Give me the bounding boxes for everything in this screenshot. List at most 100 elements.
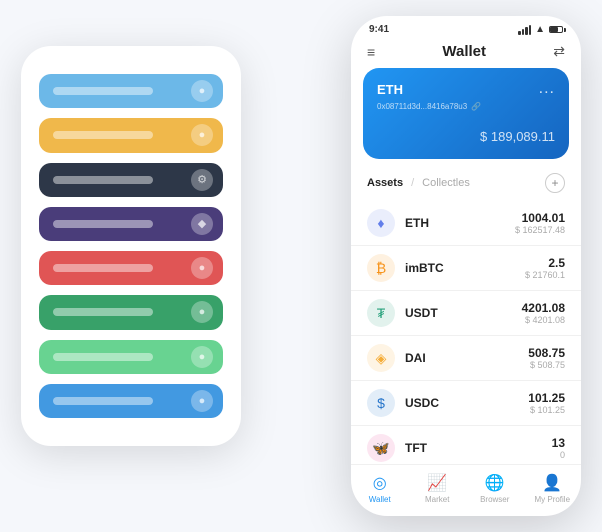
card-icon: ◆ bbox=[191, 213, 213, 235]
asset-item[interactable]: ◈ DAI 508.75$ 508.75 bbox=[351, 335, 581, 380]
card-label bbox=[53, 397, 153, 405]
card-icon: ● bbox=[191, 346, 213, 368]
asset-name: USDC bbox=[405, 396, 518, 410]
time-label: 9:41 bbox=[369, 24, 389, 35]
phone-front: 9:41 ▲ ≡ Wallet ⇄ ETH bbox=[351, 16, 581, 516]
card-icon: ● bbox=[191, 80, 213, 102]
card-row[interactable]: ⚙ bbox=[39, 163, 223, 197]
asset-primary-amount: 4201.08 bbox=[522, 301, 565, 315]
app-header: ≡ Wallet ⇄ bbox=[351, 39, 581, 68]
asset-icon: ₿ bbox=[367, 254, 395, 282]
asset-item[interactable]: ₮ USDT 4201.08$ 4201.08 bbox=[351, 290, 581, 335]
eth-card-menu[interactable]: ... bbox=[539, 80, 555, 98]
card-label bbox=[53, 87, 153, 95]
asset-icon: ₮ bbox=[367, 299, 395, 327]
nav-item-my-profile[interactable]: 👤 My Profile bbox=[524, 473, 582, 504]
eth-card-address: 0x08711d3d...8416a78u3 🔗 bbox=[377, 102, 555, 111]
asset-amounts: 101.25$ 101.25 bbox=[528, 391, 565, 415]
asset-secondary-amount: $ 4201.08 bbox=[522, 315, 565, 325]
asset-icon: ◈ bbox=[367, 344, 395, 372]
scene: ● ● ⚙ ◆ ● ● ● ● 9:41 ▲ ≡ Wallet ⇄ bbox=[21, 16, 581, 516]
card-icon: ⚙ bbox=[191, 169, 213, 191]
asset-amounts: 2.5$ 21760.1 bbox=[525, 256, 565, 280]
nav-label: Browser bbox=[480, 495, 509, 504]
nav-label: My Profile bbox=[534, 495, 570, 504]
nav-icon: ◎ bbox=[373, 473, 387, 493]
asset-primary-amount: 1004.01 bbox=[515, 211, 565, 225]
asset-primary-amount: 101.25 bbox=[528, 391, 565, 405]
asset-secondary-amount: $ 101.25 bbox=[528, 405, 565, 415]
asset-name: DAI bbox=[405, 351, 518, 365]
asset-amounts: 508.75$ 508.75 bbox=[528, 346, 565, 370]
card-icon: ● bbox=[191, 390, 213, 412]
asset-name: imBTC bbox=[405, 261, 515, 275]
card-label bbox=[53, 264, 153, 272]
asset-primary-amount: 2.5 bbox=[525, 256, 565, 270]
card-icon: ● bbox=[191, 301, 213, 323]
asset-secondary-amount: $ 508.75 bbox=[528, 360, 565, 370]
bottom-nav: ◎ Wallet 📈 Market 🌐 Browser 👤 My Profile bbox=[351, 464, 581, 516]
nav-item-browser[interactable]: 🌐 Browser bbox=[466, 473, 524, 504]
asset-item[interactable]: $ USDC 101.25$ 101.25 bbox=[351, 380, 581, 425]
nav-item-market[interactable]: 📈 Market bbox=[409, 473, 467, 504]
tab-assets[interactable]: Assets bbox=[367, 177, 403, 189]
asset-item[interactable]: 🦋TFT130 bbox=[351, 425, 581, 464]
battery-icon bbox=[549, 26, 563, 33]
asset-amounts: 130 bbox=[552, 436, 565, 460]
asset-amounts: 1004.01$ 162517.48 bbox=[515, 211, 565, 235]
nav-label: Market bbox=[425, 495, 449, 504]
asset-name: ETH bbox=[405, 216, 505, 230]
card-row[interactable]: ● bbox=[39, 295, 223, 329]
nav-item-wallet[interactable]: ◎ Wallet bbox=[351, 473, 409, 504]
card-label bbox=[53, 220, 153, 228]
assets-tabs: Assets / Collectles bbox=[367, 177, 470, 189]
card-row[interactable]: ● bbox=[39, 384, 223, 418]
eth-card[interactable]: ETH ... 0x08711d3d...8416a78u3 🔗 $ 189,0… bbox=[363, 68, 569, 159]
asset-primary-amount: 508.75 bbox=[528, 346, 565, 360]
currency-symbol: $ bbox=[480, 129, 491, 144]
nav-icon: 🌐 bbox=[485, 473, 505, 493]
status-bar: 9:41 ▲ bbox=[351, 16, 581, 39]
phone-back: ● ● ⚙ ◆ ● ● ● ● bbox=[21, 46, 241, 446]
card-label bbox=[53, 176, 153, 184]
card-row[interactable]: ● bbox=[39, 118, 223, 152]
nav-label: Wallet bbox=[369, 495, 391, 504]
eth-card-amount: $ 189,089.11 bbox=[377, 121, 555, 147]
card-icon: ● bbox=[191, 257, 213, 279]
menu-icon[interactable]: ≡ bbox=[367, 44, 375, 60]
asset-icon: 🦋 bbox=[367, 434, 395, 462]
add-asset-button[interactable]: + bbox=[545, 173, 565, 193]
asset-secondary-amount: 0 bbox=[552, 450, 565, 460]
asset-icon: $ bbox=[367, 389, 395, 417]
card-row[interactable]: ● bbox=[39, 340, 223, 374]
nav-icon: 📈 bbox=[427, 473, 447, 493]
card-row[interactable]: ◆ bbox=[39, 207, 223, 241]
card-label bbox=[53, 308, 153, 316]
tab-divider: / bbox=[411, 177, 414, 189]
asset-secondary-amount: $ 162517.48 bbox=[515, 225, 565, 235]
status-icons: ▲ bbox=[518, 24, 563, 35]
asset-icon: ♦ bbox=[367, 209, 395, 237]
asset-amounts: 4201.08$ 4201.08 bbox=[522, 301, 565, 325]
balance-value: 189,089.11 bbox=[491, 129, 555, 144]
wifi-icon: ▲ bbox=[535, 24, 545, 35]
card-label bbox=[53, 131, 153, 139]
asset-item[interactable]: ₿ imBTC 2.5$ 21760.1 bbox=[351, 245, 581, 290]
card-row[interactable]: ● bbox=[39, 74, 223, 108]
asset-secondary-amount: $ 21760.1 bbox=[525, 270, 565, 280]
page-title: Wallet bbox=[442, 43, 486, 60]
asset-name: USDT bbox=[405, 306, 512, 320]
asset-list: ♦ ETH 1004.01$ 162517.48 ₿ imBTC 2.5$ 21760.1… bbox=[351, 201, 581, 464]
scan-icon[interactable]: ⇄ bbox=[553, 43, 565, 60]
signal-icon bbox=[518, 25, 531, 35]
tab-collectibles[interactable]: Collectles bbox=[422, 177, 470, 189]
asset-primary-amount: 13 bbox=[552, 436, 565, 450]
eth-card-header: ETH ... bbox=[377, 80, 555, 98]
asset-item[interactable]: ♦ ETH 1004.01$ 162517.48 bbox=[351, 201, 581, 245]
card-row[interactable]: ● bbox=[39, 251, 223, 285]
assets-header: Assets / Collectles + bbox=[351, 169, 581, 201]
nav-icon: 👤 bbox=[542, 473, 562, 493]
card-label bbox=[53, 353, 153, 361]
card-icon: ● bbox=[191, 124, 213, 146]
eth-card-title: ETH bbox=[377, 82, 403, 97]
